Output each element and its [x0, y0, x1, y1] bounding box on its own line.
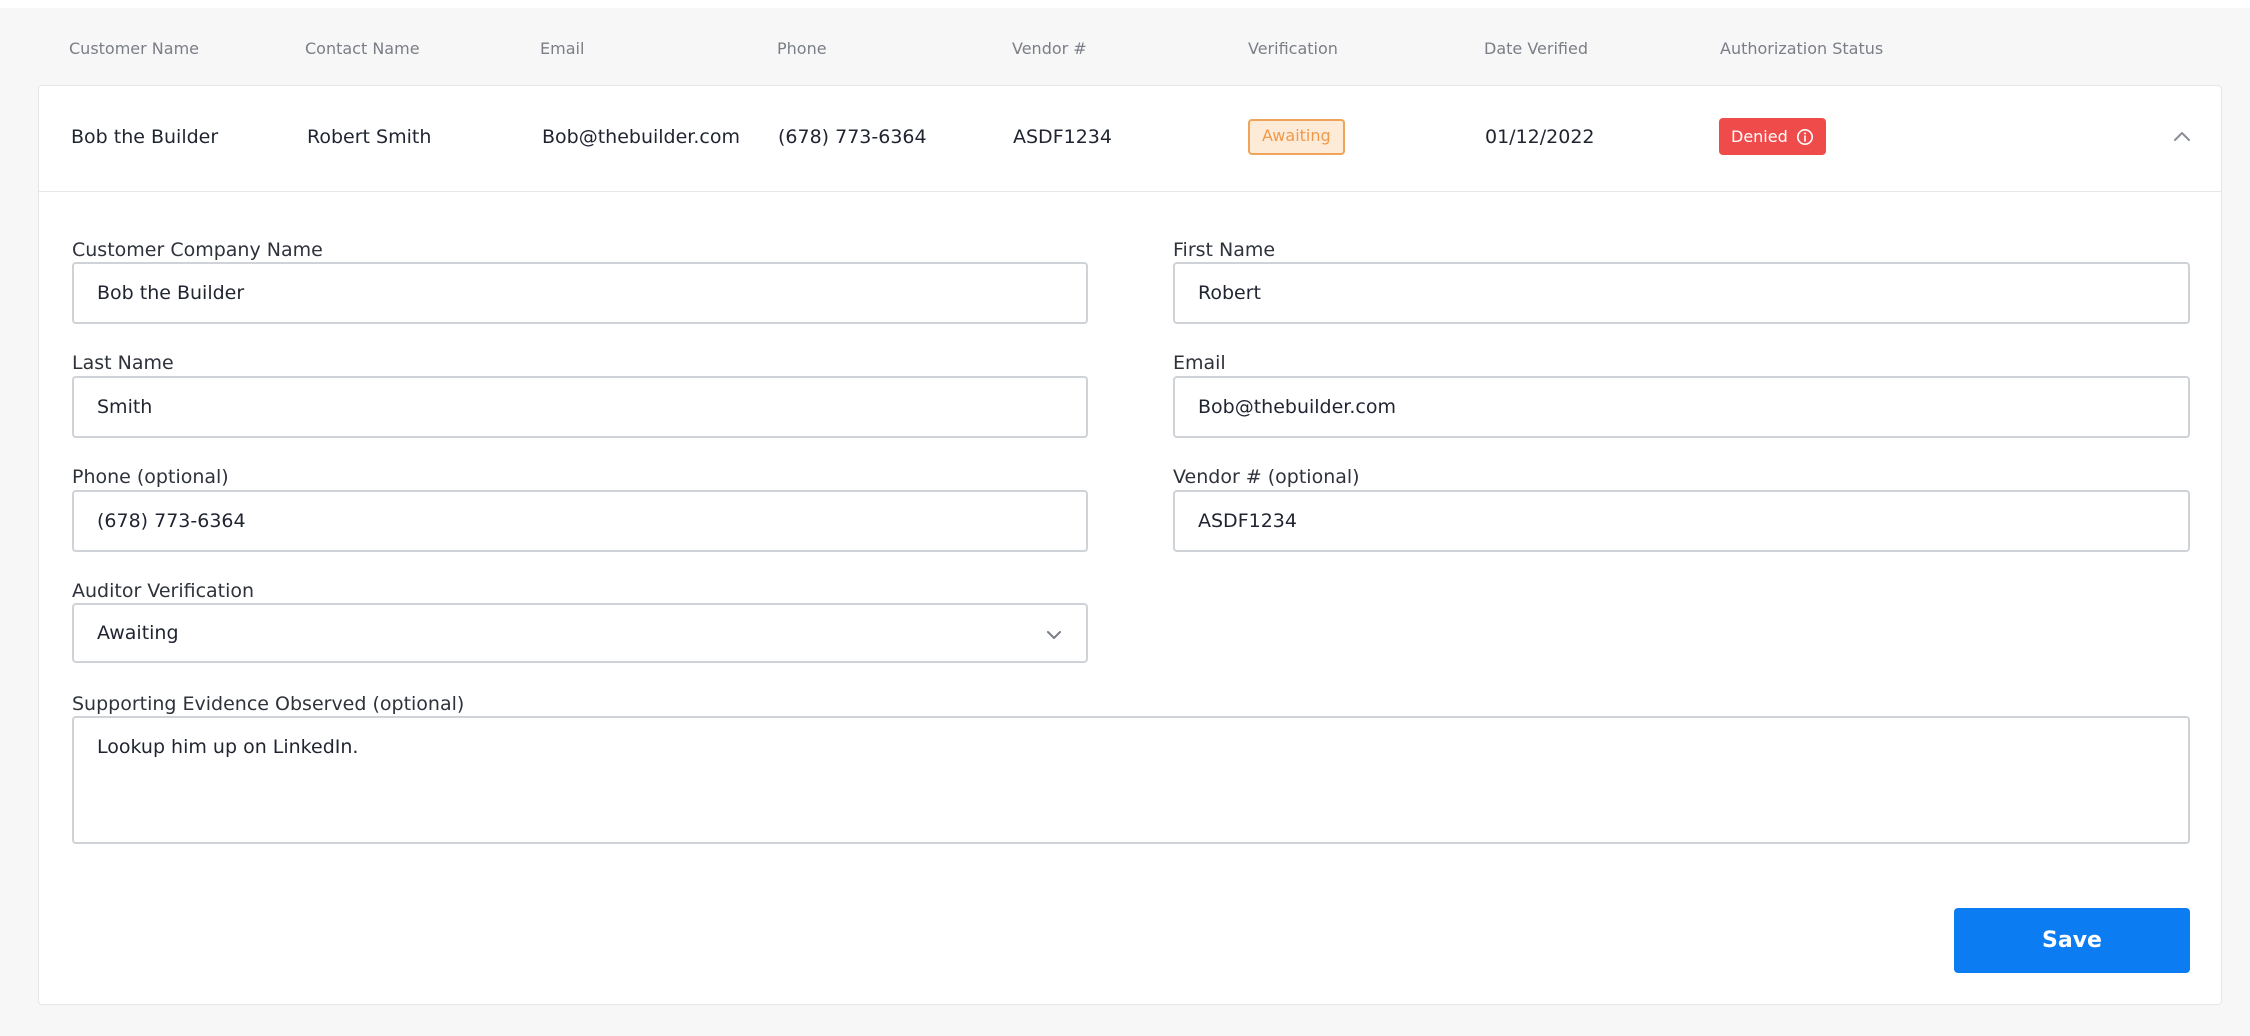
cell-date-verified: 01/12/2022 — [1485, 126, 1595, 148]
phone-value: (678) 773-6364 — [97, 510, 246, 532]
vendor-value: ASDF1234 — [1198, 510, 1297, 532]
last-name-value: Smith — [97, 396, 153, 418]
customer-company-name-label: Customer Company Name — [72, 239, 323, 261]
auditor-verification-label: Auditor Verification — [72, 580, 255, 602]
column-header-email[interactable]: Email — [540, 39, 584, 58]
page: Customer Name Contact Name Email Phone V… — [0, 8, 2250, 1036]
phone-input[interactable]: (678) 773-6364 — [72, 490, 1088, 552]
cell-customer-name: Bob the Builder — [71, 126, 219, 148]
authorization-status-badge[interactable]: Denied — [1719, 118, 1826, 155]
chevron-down-icon — [1047, 631, 1061, 639]
last-name-label: Last Name — [72, 352, 174, 374]
chevron-up-icon[interactable] — [2171, 126, 2193, 148]
info-icon[interactable] — [1796, 128, 1814, 146]
first-name-input[interactable]: Robert — [1173, 262, 2190, 324]
supporting-evidence-textarea[interactable]: Lookup him up on LinkedIn. — [72, 716, 2190, 844]
vendor-label: Vendor # (optional) — [1173, 466, 1360, 488]
supporting-evidence-label: Supporting Evidence Observed (optional) — [72, 693, 465, 715]
table-header: Customer Name Contact Name Email Phone V… — [0, 8, 2250, 86]
auditor-verification-select[interactable]: Awaiting — [72, 603, 1088, 663]
email-value: Bob@thebuilder.com — [1198, 396, 1396, 418]
email-label: Email — [1173, 352, 1226, 374]
cell-phone: (678) 773-6364 — [778, 126, 927, 148]
phone-label: Phone (optional) — [72, 466, 229, 488]
customer-company-name-value: Bob the Builder — [97, 282, 245, 304]
customer-company-name-input[interactable]: Bob the Builder — [72, 262, 1088, 324]
last-name-input[interactable]: Smith — [72, 376, 1088, 438]
save-button[interactable]: Save — [1954, 908, 2190, 973]
column-header-customer-name[interactable]: Customer Name — [69, 39, 199, 58]
auditor-verification-value: Awaiting — [97, 622, 179, 644]
table-row[interactable]: Bob the Builder Robert Smith Bob@thebuil… — [39, 86, 2221, 192]
verification-badge: Awaiting — [1248, 119, 1345, 155]
column-header-verification[interactable]: Verification — [1248, 39, 1338, 58]
first-name-label: First Name — [1173, 239, 1276, 261]
cell-email: Bob@thebuilder.com — [542, 126, 740, 148]
first-name-value: Robert — [1198, 282, 1261, 304]
column-header-authorization-status[interactable]: Authorization Status — [1720, 39, 1883, 58]
cell-contact-name: Robert Smith — [307, 126, 432, 148]
supporting-evidence-value: Lookup him up on LinkedIn. — [97, 736, 359, 758]
column-header-contact-name[interactable]: Contact Name — [305, 39, 420, 58]
vendor-input[interactable]: ASDF1234 — [1173, 490, 2190, 552]
email-field[interactable]: Bob@thebuilder.com — [1173, 376, 2190, 438]
column-header-vendor[interactable]: Vendor # — [1012, 39, 1087, 58]
cell-vendor: ASDF1234 — [1013, 126, 1112, 148]
column-header-date-verified[interactable]: Date Verified — [1484, 39, 1588, 58]
customer-card: Bob the Builder Robert Smith Bob@thebuil… — [38, 85, 2222, 1005]
authorization-status-label: Denied — [1731, 126, 1788, 146]
column-header-phone[interactable]: Phone — [777, 39, 827, 58]
